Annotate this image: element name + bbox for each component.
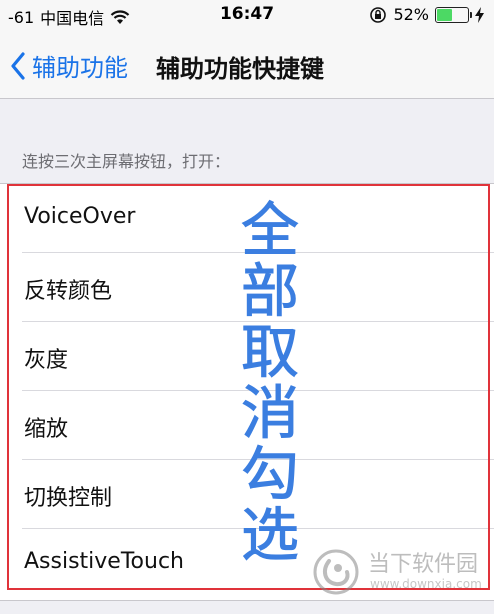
option-label: 缩放: [24, 417, 69, 442]
watermark-url: www.downxia.com: [370, 577, 482, 591]
watermark: 当下软件园 www.downxia.com: [312, 544, 482, 600]
page-title: 辅助功能快捷键: [156, 55, 324, 83]
annotation-char: 部: [240, 257, 299, 325]
orientation-lock-icon: [370, 6, 387, 23]
option-label: 灰度: [24, 348, 69, 373]
annotation-char: 选: [240, 501, 299, 569]
status-bar: -61 中国电信 16:47 52%: [0, 0, 494, 34]
option-label: 反转颜色: [24, 279, 113, 304]
battery-level: [437, 8, 452, 21]
option-label: AssistiveTouch: [24, 549, 184, 574]
status-right: 52%: [369, 5, 484, 24]
watermark-brand: 当下软件园: [368, 552, 479, 577]
watermark-logo-icon: [313, 549, 359, 595]
annotation-text: 全 部 取 消 勾 选: [234, 196, 306, 569]
battery-percent: 52%: [393, 5, 429, 24]
option-label: VoiceOver: [24, 204, 136, 229]
option-label: 切换控制: [24, 486, 113, 511]
annotation-char: 勾: [240, 440, 299, 508]
annotation-char: 消: [240, 379, 299, 447]
nav-bar: 辅助功能 辅助功能快捷键: [0, 34, 494, 99]
battery-icon: [435, 6, 472, 23]
back-label: 辅助功能: [32, 54, 128, 82]
back-button[interactable]: 辅助功能: [10, 48, 128, 83]
charging-icon: [475, 6, 484, 23]
annotation-char: 全: [240, 196, 299, 264]
chevron-left-icon: [11, 51, 25, 80]
section-header: 连按三次主屏幕按钮，打开：: [22, 152, 231, 171]
annotation-char: 取: [240, 318, 299, 386]
